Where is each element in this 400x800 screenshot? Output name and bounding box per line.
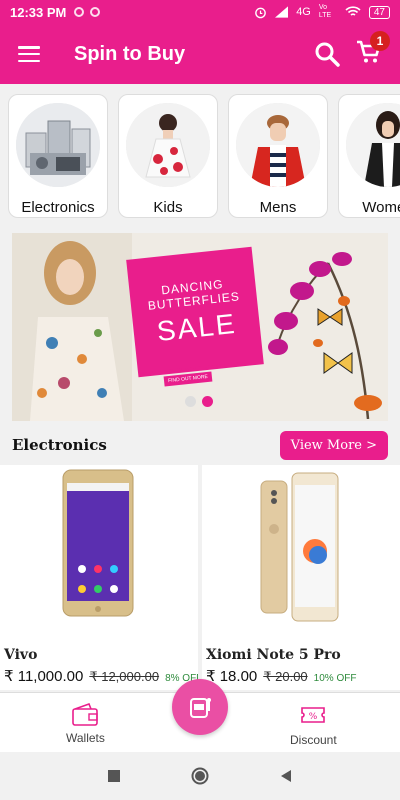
recents-icon[interactable] (107, 769, 121, 783)
category-electronics[interactable]: Electronics (8, 94, 108, 218)
category-women[interactable]: Women (338, 94, 400, 218)
status-bar: 12:33 PM 4G Vo LTE 47 (0, 0, 400, 24)
product-price: ₹ 11,000.00 (4, 668, 84, 685)
wifi-icon (345, 6, 361, 16)
back-icon[interactable] (279, 769, 293, 783)
svg-text:%: % (309, 712, 318, 722)
menu-icon[interactable] (18, 46, 40, 62)
product-list: Vivo ₹ 11,000.00 ₹ 12,000.00 8% OFF Xiom… (0, 465, 400, 690)
spin-button[interactable] (172, 679, 228, 735)
cart-badge: 1 (370, 30, 390, 51)
section-header: Electronics View More > (0, 428, 400, 462)
category-kids[interactable]: Kids (118, 94, 218, 218)
category-mens[interactable]: Mens (228, 94, 328, 218)
cart-button[interactable]: 1 (356, 30, 390, 70)
volte-label: Vo LTE (318, 4, 332, 19)
product-mrp: ₹ 12,000.00 (89, 669, 160, 684)
nav-discount-label: Discount (290, 733, 337, 747)
category-list[interactable]: Electronics Kids Mens Wom (0, 84, 400, 226)
category-label: Mens (259, 199, 297, 216)
alarm-icon (255, 7, 267, 18)
product-prices: ₹ 18.00 ₹ 20.00 10% OFF (206, 667, 356, 685)
product-discount: 10% OFF (313, 673, 357, 684)
home-icon[interactable] (191, 767, 209, 785)
notification-icon (74, 7, 85, 17)
battery-icon: 47 (368, 5, 390, 19)
wallet-icon (72, 703, 99, 726)
notification-icon (90, 7, 101, 17)
category-label: Kids (153, 199, 183, 216)
banner-model-image (12, 233, 132, 421)
network-type: 4G (296, 6, 311, 18)
app-bar: Spin to Buy 1 (0, 24, 400, 84)
category-label: Electronics (21, 199, 95, 216)
product-name: Xiomi Note 5 Pro (206, 647, 341, 663)
mens-image (236, 103, 320, 187)
section-title: Electronics (12, 436, 107, 454)
product-card[interactable]: Vivo ₹ 11,000.00 ₹ 12,000.00 8% OFF (0, 465, 198, 690)
product-card[interactable]: Xiomi Note 5 Pro ₹ 18.00 ₹ 20.00 10% OFF (202, 465, 400, 690)
kids-image (126, 103, 210, 187)
nav-discount[interactable]: % Discount (290, 703, 337, 747)
app-title: Spin to Buy (74, 42, 186, 65)
view-more-button[interactable]: View More > (279, 430, 388, 460)
discount-coupon-icon: % (301, 707, 326, 723)
notification-icons (74, 7, 101, 17)
bottom-nav: Wallets % Discount (0, 679, 400, 752)
banner-sale-text: SALE (155, 308, 238, 348)
women-image (346, 103, 400, 187)
banner-pager[interactable] (185, 396, 213, 407)
orchid-image (268, 252, 382, 419)
product-prices: ₹ 11,000.00 ₹ 12,000.00 8% OFF (4, 667, 198, 685)
signal-icon (275, 6, 289, 18)
electronics-image (16, 103, 100, 187)
product-name: Vivo (4, 647, 38, 663)
nav-wallets[interactable]: Wallets (66, 703, 105, 745)
promo-banner[interactable]: DANCING BUTTERFLIES SALE FIND YOUR FANCY… (12, 233, 388, 421)
status-time: 12:33 PM (10, 4, 67, 20)
nav-wallets-label: Wallets (66, 731, 105, 745)
pager-dot[interactable] (185, 396, 196, 407)
system-nav-bar (0, 752, 400, 800)
sale-card: DANCING BUTTERFLIES SALE (126, 246, 264, 378)
product-image-xiaomi (260, 472, 339, 622)
product-image-vivo (62, 469, 134, 617)
category-label: Women (362, 199, 400, 216)
search-icon[interactable] (314, 41, 340, 67)
pager-dot-active[interactable] (202, 396, 213, 407)
product-mrp: ₹ 20.00 (263, 669, 308, 684)
slot-machine-icon (190, 698, 211, 718)
